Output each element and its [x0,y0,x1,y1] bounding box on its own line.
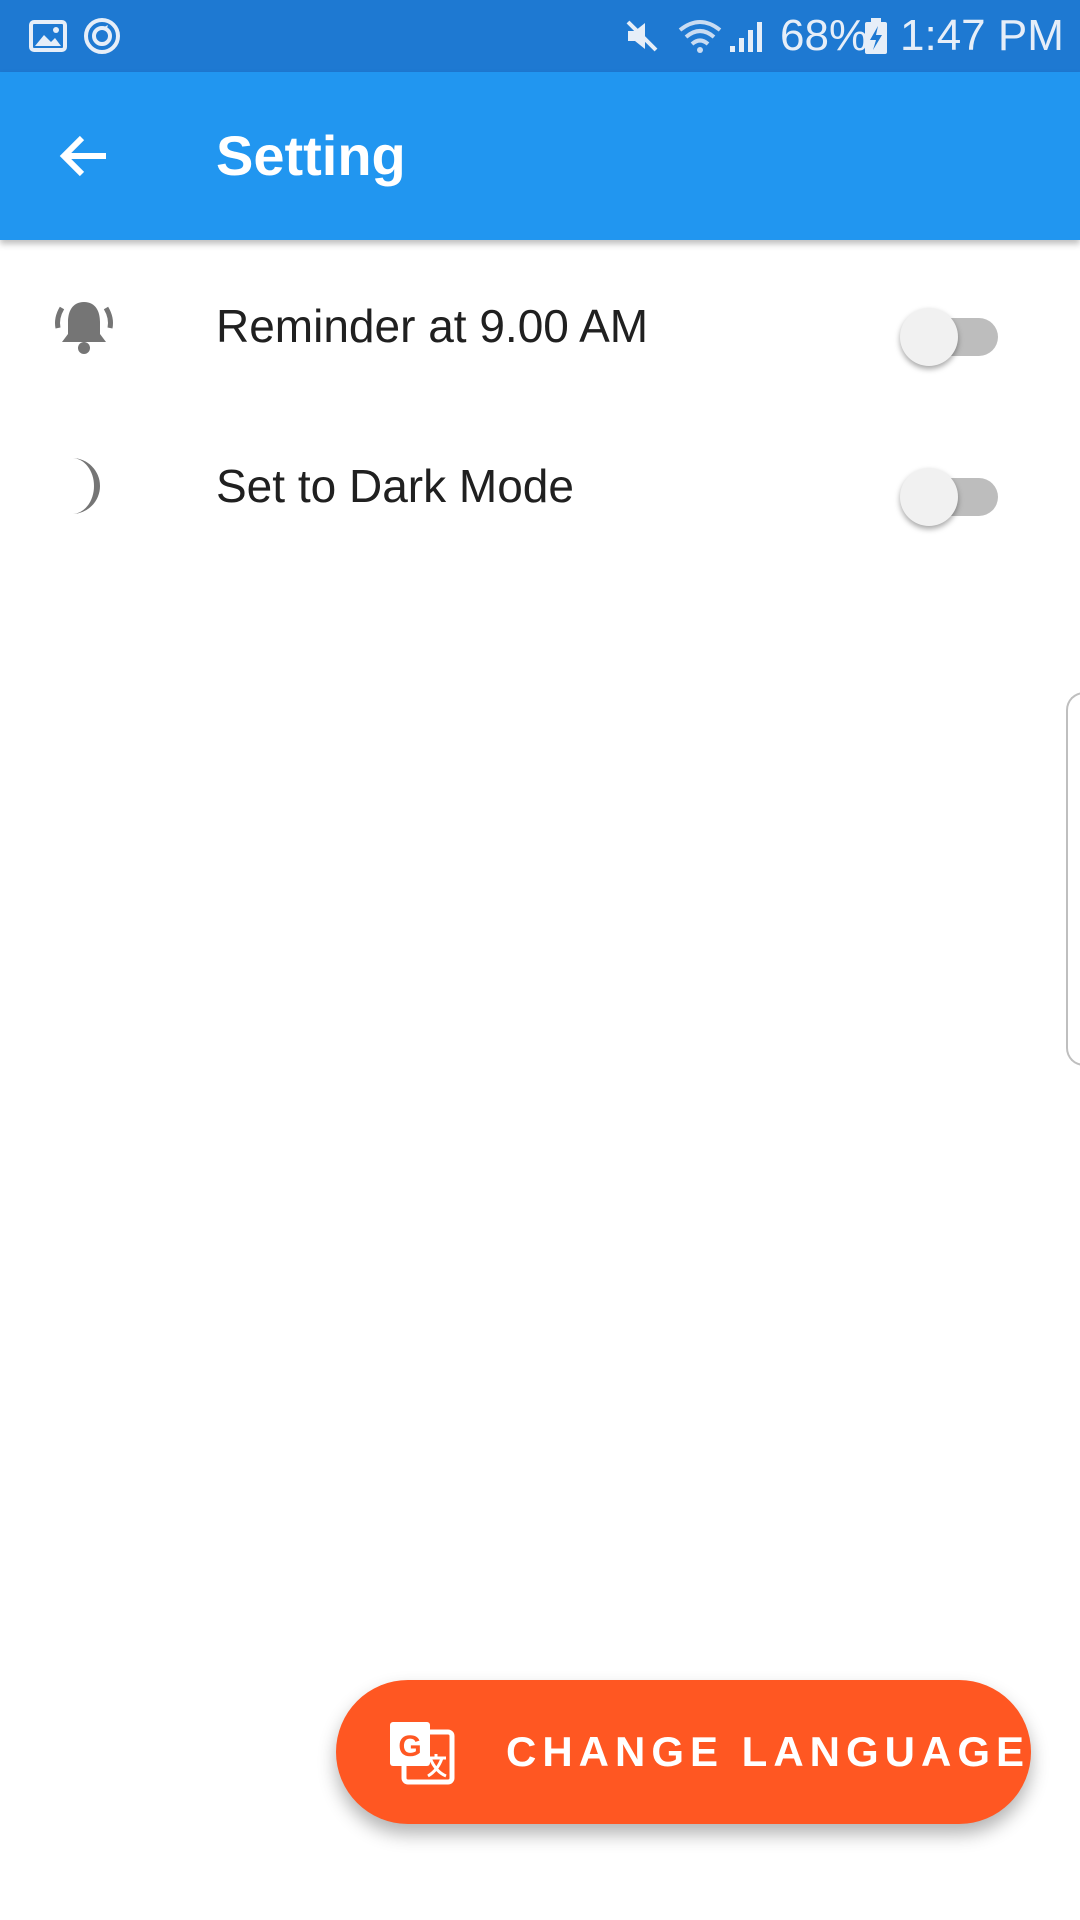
dark-mode-toggle[interactable] [900,462,1000,526]
moon-icon [48,450,120,522]
status-bar: 68% 1:47 PM [0,0,1080,72]
setting-row-dark-mode[interactable]: Set to Dark Mode [0,402,1080,562]
battery-percent: 68% [780,11,869,60]
signal-icon [730,22,762,52]
setting-label: Reminder at 9.00 AM [216,300,649,352]
sync-icon [84,18,120,54]
edge-panel-handle[interactable] [1066,692,1080,1066]
arrow-left-icon [59,135,106,177]
battery-charging-icon [865,18,887,54]
toggle-thumb [900,308,958,366]
back-button[interactable] [40,112,128,200]
change-language-label: CHANGE LANGUAGE [506,1728,1031,1775]
toggle-thumb [900,468,958,526]
clock: 1:47 PM [900,11,1064,60]
image-icon [29,20,67,52]
svg-text:G: G [398,1730,421,1763]
translate-icon: G [390,1722,455,1785]
change-language-button[interactable]: G CHANGE LANGUAGE [336,1680,1031,1824]
setting-label: Set to Dark Mode [216,460,574,512]
reminder-toggle[interactable] [900,302,1000,366]
bell-ringing-icon [48,290,120,362]
mute-icon [626,20,658,52]
page-title: Setting [216,124,406,187]
setting-row-reminder[interactable]: Reminder at 9.00 AM [0,242,1080,402]
wifi-icon [678,20,722,53]
app-bar: Setting [0,72,1080,240]
